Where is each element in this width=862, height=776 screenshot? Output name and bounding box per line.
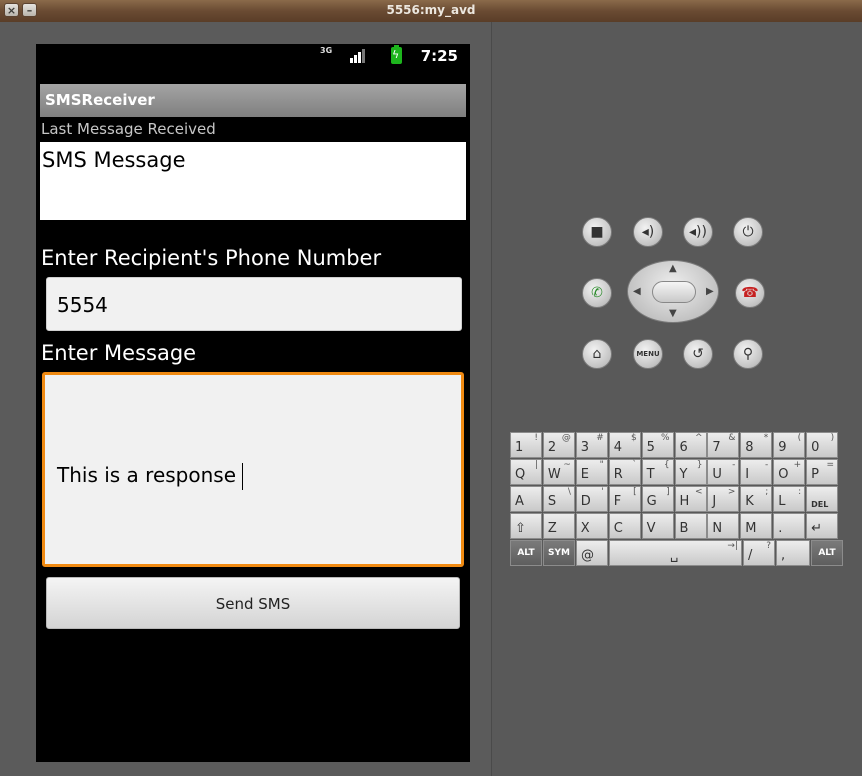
key-b[interactable]: B (674, 513, 707, 539)
key-9[interactable]: 9( (773, 432, 806, 458)
key-v[interactable]: V (641, 513, 674, 539)
key-q[interactable]: Q | (510, 459, 542, 485)
power-button[interactable]: ⏻ (733, 217, 763, 247)
key-k[interactable]: K; (740, 486, 773, 512)
key-n[interactable]: N (707, 513, 740, 539)
network-type-indicator: 3G (320, 46, 333, 55)
key-r[interactable]: R ` (608, 459, 641, 485)
key-2[interactable]: 2 @ (542, 432, 575, 458)
camera-button[interactable]: ■ (582, 217, 612, 247)
dpad-right-icon[interactable]: ▶ (706, 286, 714, 297)
search-button[interactable]: ⚲ (733, 339, 763, 369)
status-clock: 7:25 (420, 47, 458, 65)
call-button[interactable]: ✆ (582, 278, 612, 308)
key-z[interactable]: Z (542, 513, 575, 539)
message-input-text: This is a response (57, 463, 244, 490)
key-d[interactable]: D ' (575, 486, 608, 512)
text-cursor (242, 463, 244, 490)
key-y[interactable]: Y} (674, 459, 707, 485)
key-at[interactable]: @ (576, 540, 608, 566)
status-bar: 3G ϟ 7:25 (36, 44, 470, 68)
key-alt-right[interactable]: ALT (811, 540, 843, 566)
menu-button[interactable]: MENU (633, 339, 663, 369)
dpad-left-icon[interactable]: ◀ (633, 286, 641, 297)
key-e[interactable]: E " (575, 459, 608, 485)
key-period[interactable]: . (773, 513, 806, 539)
key-enter[interactable]: ↵ (806, 513, 839, 539)
key-4[interactable]: 4 $ (608, 432, 641, 458)
key-f[interactable]: F[ (608, 486, 641, 512)
back-button[interactable]: ↺ (683, 339, 713, 369)
key-l[interactable]: L: (773, 486, 806, 512)
key-h[interactable]: H < (674, 486, 707, 512)
last-message-display: SMS Message (40, 142, 466, 220)
dpad-up-icon[interactable]: ▲ (669, 263, 677, 274)
key-0[interactable]: 0) (806, 432, 839, 458)
key-w[interactable]: W ~ (542, 459, 575, 485)
end-call-button[interactable]: ☎ (735, 278, 765, 308)
key-g[interactable]: G] (641, 486, 674, 512)
last-message-label: Last Message Received (41, 120, 216, 138)
phone-number-label: Enter Recipient's Phone Number (41, 246, 382, 270)
signal-icon (350, 49, 368, 63)
key-a[interactable]: A (510, 486, 542, 512)
home-button[interactable]: ⌂ (582, 339, 612, 369)
message-label: Enter Message (41, 341, 197, 365)
key-1[interactable]: 1! (510, 432, 542, 458)
key-c[interactable]: C (608, 513, 641, 539)
key-t[interactable]: T{ (641, 459, 674, 485)
device-frame: 3G ϟ 7:25 SMSReceiver Last Message Recei… (0, 22, 492, 776)
key-o[interactable]: O + (773, 459, 806, 485)
key-p[interactable]: P = (806, 459, 839, 485)
app-title-bar: SMSReceiver (40, 84, 466, 117)
key-8[interactable]: 8 * (740, 432, 773, 458)
key-shift[interactable]: ⇧ (510, 513, 542, 539)
send-sms-button[interactable]: Send SMS (46, 577, 460, 629)
key-j[interactable]: J > (707, 486, 740, 512)
key-5[interactable]: 5% (641, 432, 674, 458)
key-m[interactable]: M (740, 513, 773, 539)
battery-charging-icon: ϟ (391, 45, 402, 64)
window-titlebar: × – 5556:my_avd (0, 0, 862, 22)
phone-number-input[interactable]: 5554 (46, 277, 462, 331)
key-comma[interactable]: , (776, 540, 810, 566)
key-delete[interactable]: DEL (806, 486, 839, 512)
key-i[interactable]: I- (740, 459, 773, 485)
key-s[interactable]: S \ (542, 486, 575, 512)
key-x[interactable]: X (575, 513, 608, 539)
hardware-keyboard: 1! 2 @3 #4 $5% 6 ^ 7 & 8 * 9(0) Q | W ~ E " R ` T{Y} U - I - O + P =… (510, 432, 843, 596)
dpad-center-button[interactable] (652, 281, 696, 303)
key-u[interactable]: U- (707, 459, 740, 485)
volume-up-button[interactable]: ◂)) (683, 217, 713, 247)
key-6[interactable]: 6 ^ (674, 432, 707, 458)
message-input[interactable]: This is a response (42, 372, 464, 567)
volume-down-button[interactable]: ◂) (633, 217, 663, 247)
key-sym[interactable]: SYM (543, 540, 575, 566)
key-alt-left[interactable]: ALT (510, 540, 542, 566)
key-slash[interactable]: /? (743, 540, 775, 566)
key-7[interactable]: 7 & (707, 432, 740, 458)
dpad-down-icon[interactable]: ▼ (669, 308, 677, 319)
window-title: 5556:my_avd (386, 3, 476, 17)
device-screen: 3G ϟ 7:25 SMSReceiver Last Message Recei… (36, 44, 470, 762)
key-space[interactable]: ␣ →| (609, 540, 742, 566)
emulator-area: 3G ϟ 7:25 SMSReceiver Last Message Recei… (0, 22, 862, 776)
key-3[interactable]: 3 # (575, 432, 608, 458)
dpad[interactable]: ▲ ▼ ◀ ▶ (627, 260, 719, 323)
